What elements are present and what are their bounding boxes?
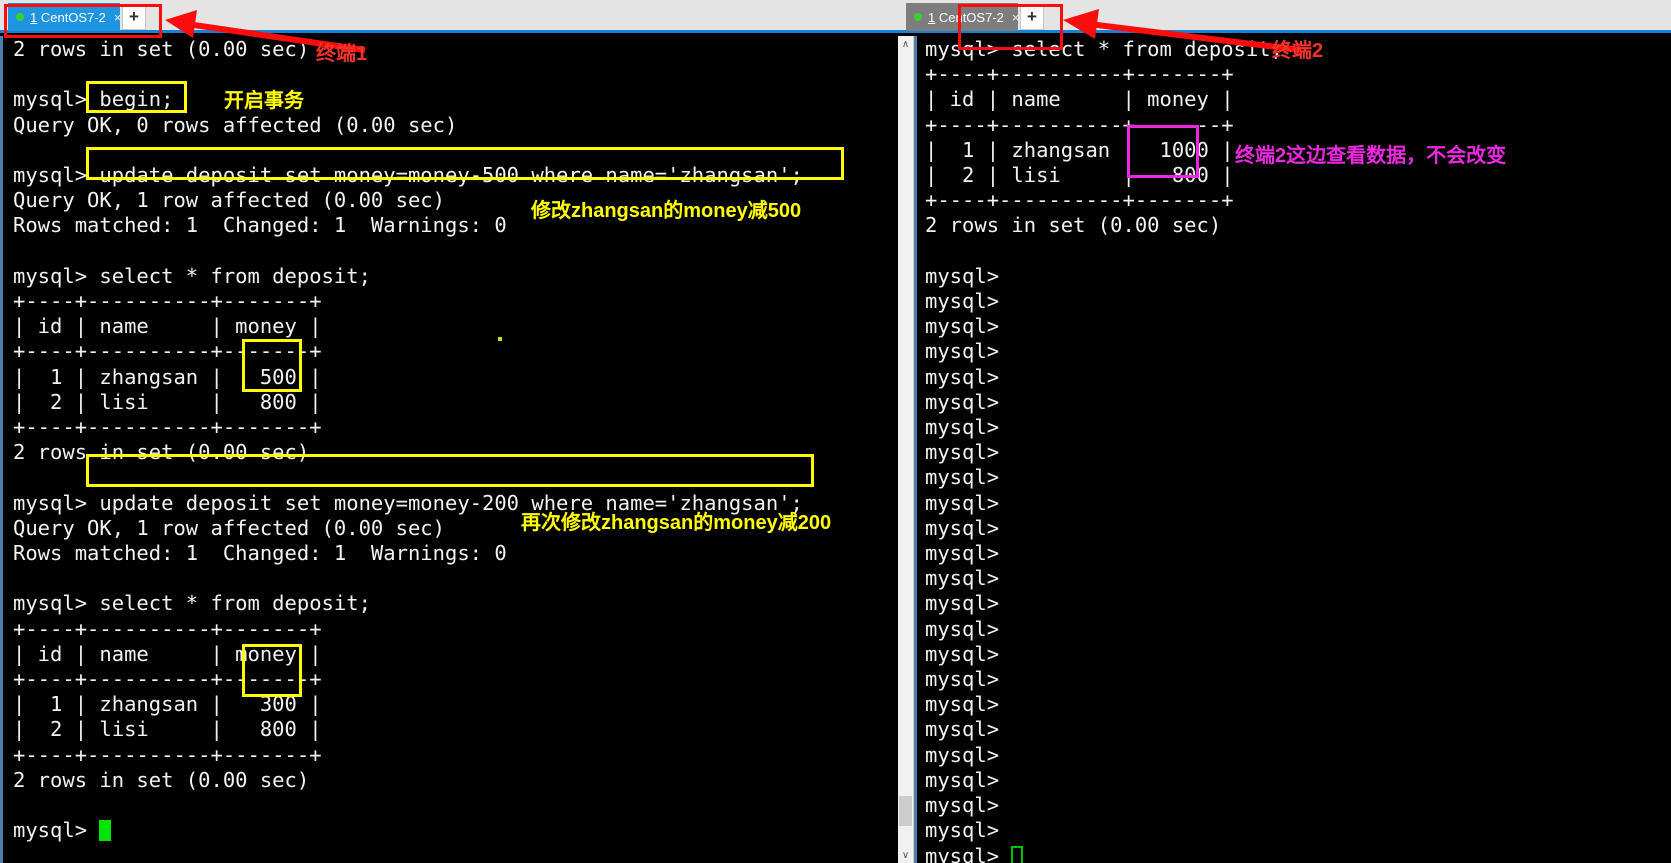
cursor-artifact-dot — [498, 337, 502, 341]
annotation-box-money-1000-800 — [1127, 125, 1199, 178]
terminal-window-left: 1 CentOS7-2 × + 2 rows in set (0.00 sec)… — [0, 0, 898, 863]
annotation-box-money-500-800 — [242, 339, 302, 392]
annotation-box-money-300-800 — [242, 644, 302, 697]
annotation-note-terminal2: 终端2这边查看数据，不会改变 — [1235, 145, 1507, 167]
scroll-down-icon[interactable]: ∨ — [898, 847, 914, 863]
annotation-box-right-tab-2 — [958, 4, 1063, 50]
left-terminal-scrollbar[interactable] — [880, 36, 898, 863]
annotation-terminal2-label: 终端2 — [1272, 40, 1324, 62]
tab-status-dot-icon — [914, 13, 922, 21]
annotation-terminal1-label: 终端1 — [316, 43, 368, 65]
right-terminal-scrollbar[interactable]: ∧ ∨ — [898, 36, 914, 863]
annotation-note-begin: 开启事务 — [224, 90, 304, 112]
terminal-cursor-left — [99, 820, 112, 842]
scroll-up-icon[interactable]: ∧ — [898, 36, 914, 52]
terminal-window-right: ◀ ▶ ▾ 1 CentOS7-2 × + ∧ ∨ mysql> select … — [898, 0, 1671, 863]
annotation-arrow-right — [1063, 9, 1302, 53]
screen: 1 CentOS7-2 × + 2 rows in set (0.00 sec)… — [0, 0, 1671, 863]
annotation-box-left-tab — [4, 4, 162, 38]
annotation-box-begin — [86, 81, 187, 113]
annotation-note-update-500: 修改zhangsan的money减500 — [531, 200, 802, 222]
scrollbar-thumb[interactable] — [899, 796, 912, 826]
annotation-box-update-200 — [86, 454, 814, 487]
annotation-note-update-200: 再次修改zhangsan的money减200 — [521, 512, 832, 534]
terminal-cursor-right — [1011, 845, 1024, 863]
annotation-box-update-500 — [86, 147, 844, 180]
